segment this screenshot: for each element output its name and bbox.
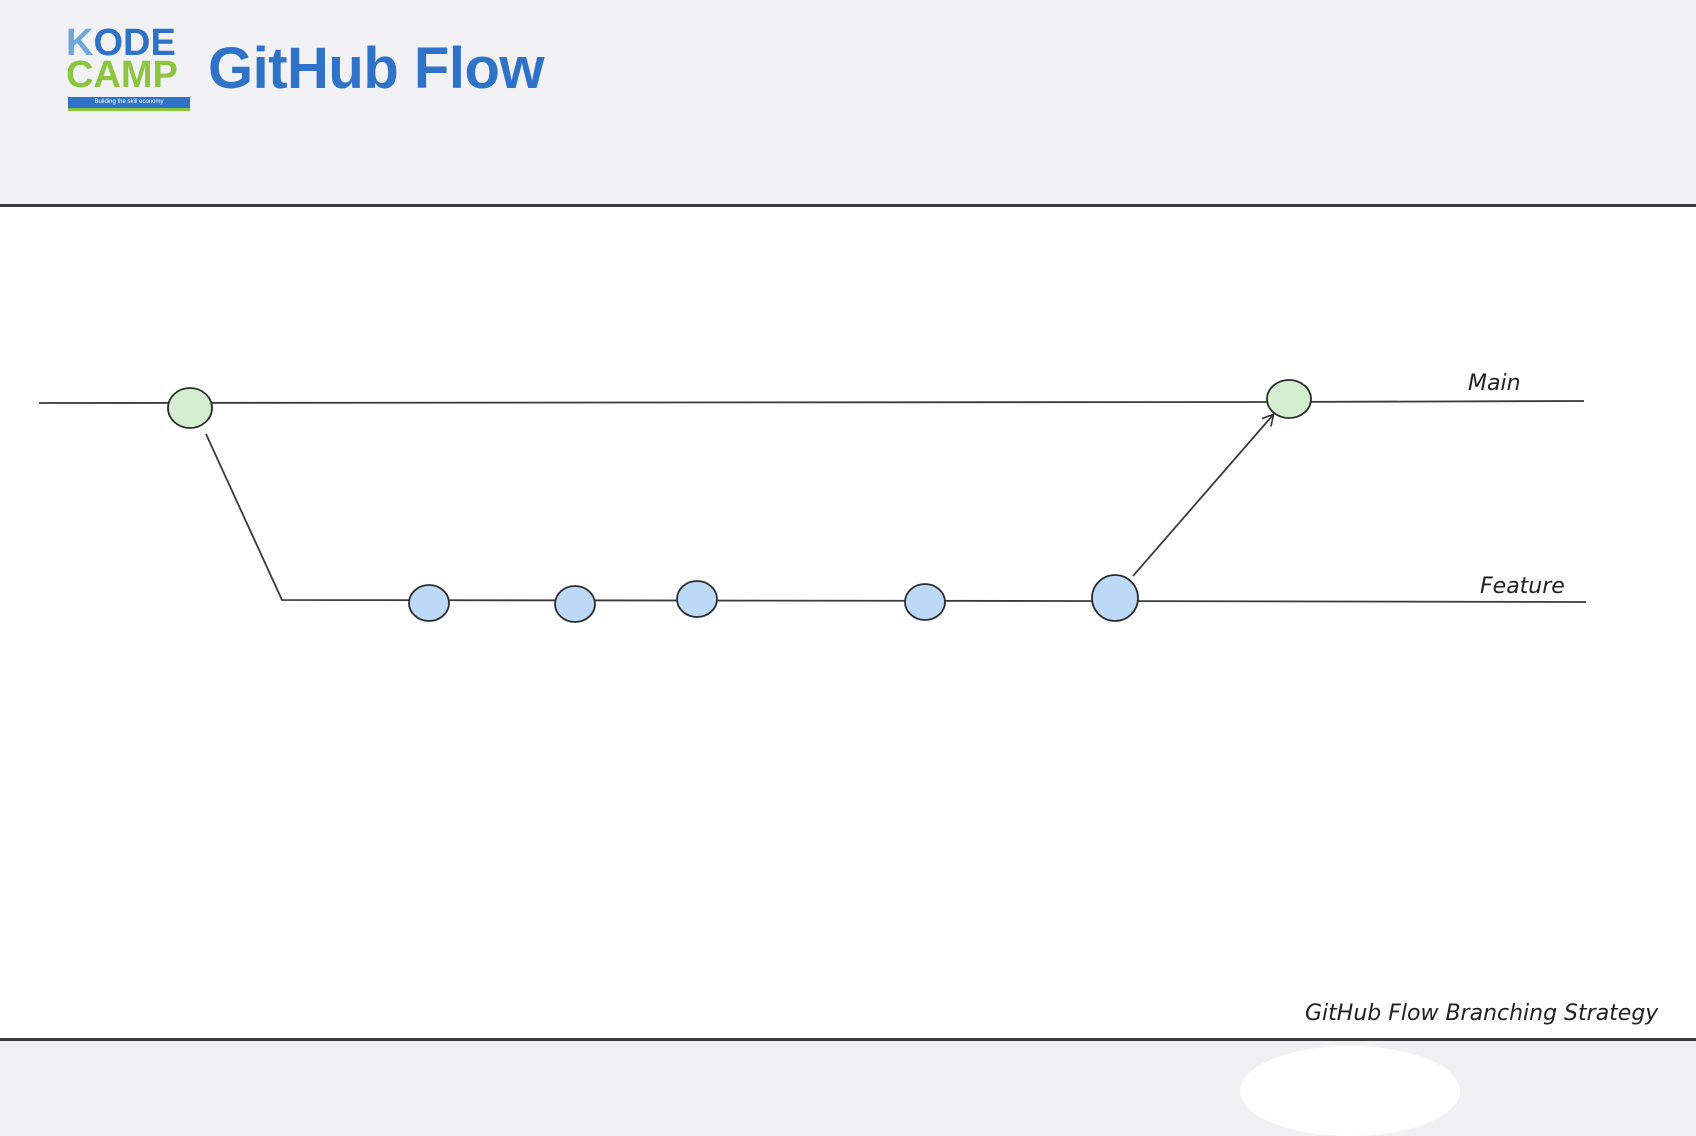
main-branch-line bbox=[38, 400, 1585, 404]
branch-off-line bbox=[205, 433, 1061, 602]
feature-branch-label: Feature bbox=[1480, 574, 1565, 599]
merge-arrow bbox=[1132, 412, 1275, 577]
feature-commit-node bbox=[1091, 574, 1139, 622]
diagram-caption: GitHub Flow Branching Strategy bbox=[1305, 1001, 1659, 1026]
feature-branch-line bbox=[1059, 600, 1587, 603]
feature-commit-node bbox=[676, 580, 718, 618]
main-commit-node bbox=[167, 387, 213, 429]
feature-commit-node bbox=[554, 585, 596, 623]
main-branch-label: Main bbox=[1468, 371, 1521, 396]
main-commit-node bbox=[1266, 379, 1312, 419]
feature-commit-node bbox=[904, 583, 946, 621]
branching-diagram: Main Feature GitHub Flow Branching Strat… bbox=[38, 371, 1659, 1026]
feature-commit-node bbox=[408, 584, 450, 622]
